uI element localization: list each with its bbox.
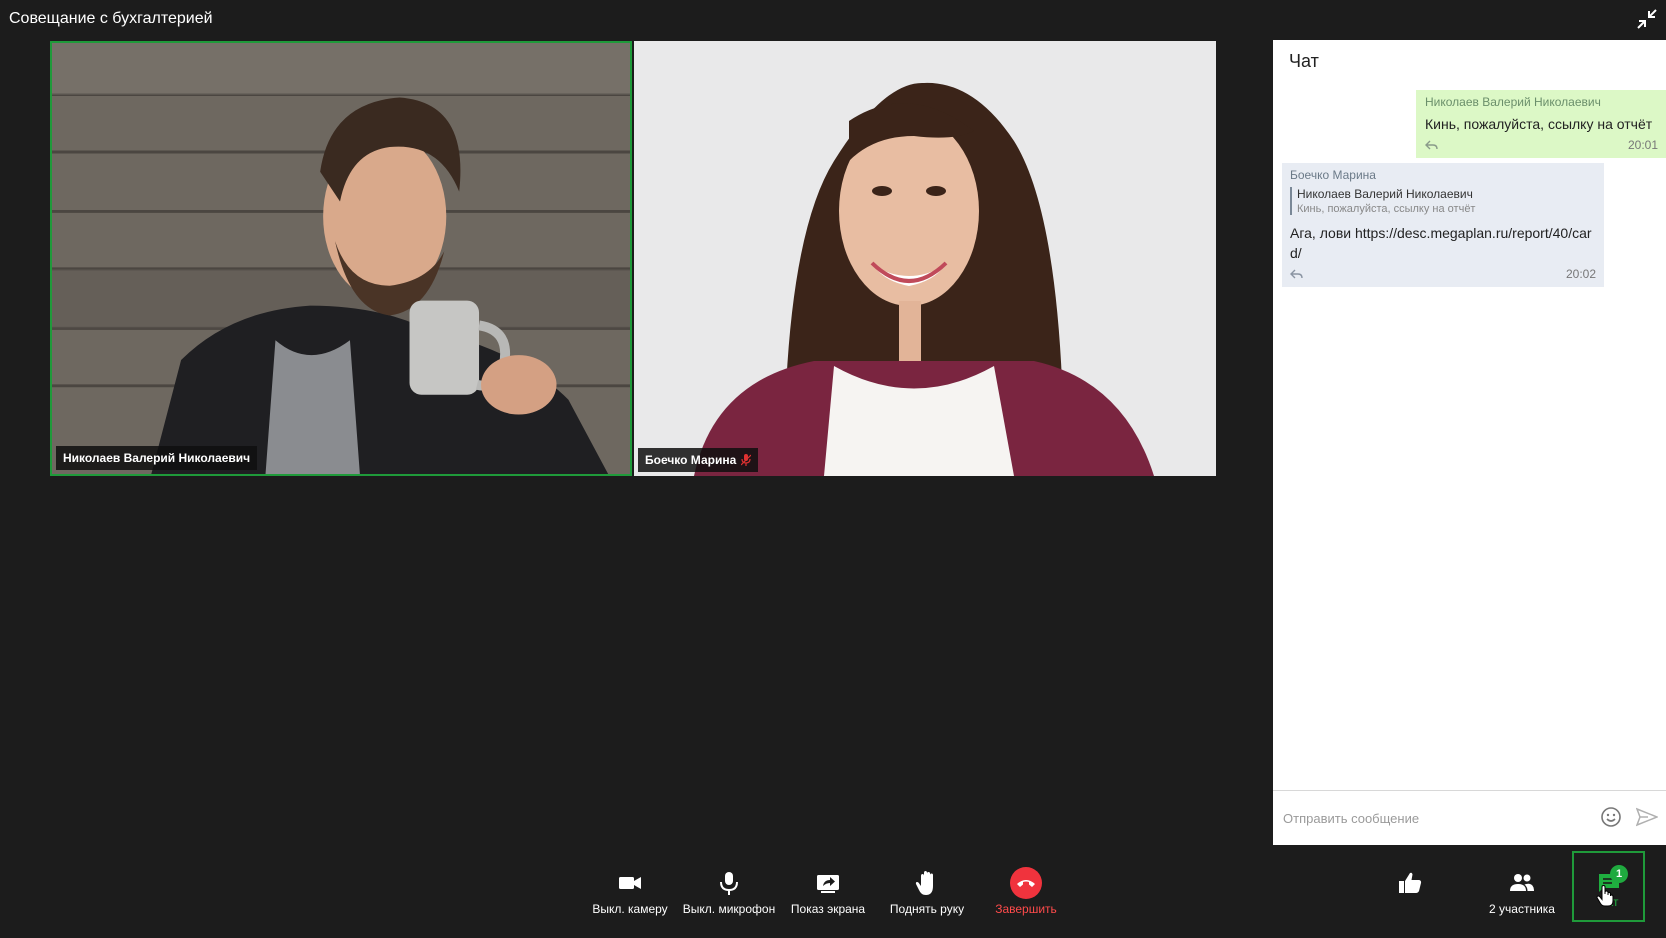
mic-off-button[interactable]: Выкл. микрофон bbox=[681, 870, 777, 916]
message-author: Николаев Валерий Николаевич bbox=[1425, 95, 1601, 109]
raise-hand-icon bbox=[915, 871, 933, 895]
people-icon bbox=[1510, 874, 1534, 891]
message-quote: Николаев Валерий Николаевич Кинь, пожалу… bbox=[1290, 187, 1596, 215]
unread-badge: 1 bbox=[1610, 865, 1628, 883]
participant-name-tag: Боечко Марина bbox=[638, 448, 759, 472]
chat-message-input[interactable] bbox=[1281, 805, 1585, 831]
camera-off-button[interactable]: Выкл. камеру bbox=[582, 870, 678, 916]
thumbs-up-icon bbox=[1399, 872, 1422, 893]
quote-author: Николаев Валерий Николаевич bbox=[1297, 187, 1473, 201]
video-tile-nikolaev[interactable]: Николаев Валерий Николаевич bbox=[50, 41, 632, 476]
mic-off-label: Выкл. микрофон bbox=[682, 902, 776, 916]
chat-message[interactable]: Боечко Марина Николаев Валерий Николаеви… bbox=[1282, 163, 1604, 287]
participant-name: Боечко Марина bbox=[645, 453, 737, 467]
message-text: Ага, лови https://desc.megaplan.ru/repor… bbox=[1290, 225, 1592, 261]
emoji-icon[interactable] bbox=[1600, 806, 1622, 828]
screen-share-label: Показ экрана bbox=[790, 902, 866, 916]
end-call-button[interactable]: Завершить bbox=[978, 867, 1074, 916]
raise-hand-button[interactable]: Поднять руку bbox=[879, 870, 975, 916]
camera-off-label: Выкл. камеру bbox=[592, 902, 668, 916]
microphone-icon bbox=[720, 872, 738, 895]
send-icon[interactable] bbox=[1636, 807, 1658, 827]
hang-up-icon bbox=[1017, 880, 1035, 887]
participant-name: Николаев Валерий Николаевич bbox=[63, 451, 251, 465]
video-tile-boechko[interactable]: Боечко Марина bbox=[634, 41, 1216, 476]
screen-share-icon bbox=[817, 875, 839, 893]
reply-icon[interactable] bbox=[1290, 269, 1303, 279]
message-author: Боечко Марина bbox=[1290, 168, 1376, 182]
meeting-title: Совещание с бухгалтерией bbox=[9, 10, 213, 27]
end-call-label: Завершить bbox=[995, 902, 1057, 916]
chat-title: Чат bbox=[1289, 51, 1319, 71]
video-camera-icon bbox=[619, 877, 641, 889]
participants-button[interactable]: 2 участника bbox=[1472, 870, 1572, 916]
raise-hand-label: Поднять руку bbox=[889, 902, 965, 916]
screen-share-button[interactable]: Показ экрана bbox=[780, 870, 876, 916]
participant-name-tag: Николаев Валерий Николаевич bbox=[56, 446, 258, 470]
video-feed-nikolaev bbox=[52, 43, 630, 474]
like-button[interactable] bbox=[1370, 870, 1450, 896]
participants-count-label: 2 участника bbox=[1489, 902, 1555, 916]
hand-cursor-icon bbox=[1596, 885, 1614, 907]
reply-icon[interactable] bbox=[1425, 140, 1438, 150]
message-time: 20:02 bbox=[1565, 267, 1596, 281]
video-feed-boechko bbox=[634, 41, 1216, 476]
end-call-circle bbox=[1010, 867, 1042, 899]
message-time: 20:01 bbox=[1627, 138, 1658, 152]
chat-toggle-button[interactable]: Чат 1 bbox=[1572, 851, 1645, 922]
quote-text: Кинь, пожалуйста, ссылку на отчёт bbox=[1297, 203, 1476, 215]
chat-panel: Чат Николаев Валерий Николаевич Кинь, по… bbox=[1273, 40, 1666, 845]
mic-off-icon bbox=[741, 454, 752, 466]
collapse-icon[interactable] bbox=[1636, 8, 1658, 30]
chat-composer bbox=[1273, 790, 1666, 845]
message-text: Кинь, пожалуйста, ссылку на отчёт bbox=[1425, 116, 1653, 132]
chat-message[interactable]: Николаев Валерий Николаевич Кинь, пожалу… bbox=[1416, 90, 1666, 158]
